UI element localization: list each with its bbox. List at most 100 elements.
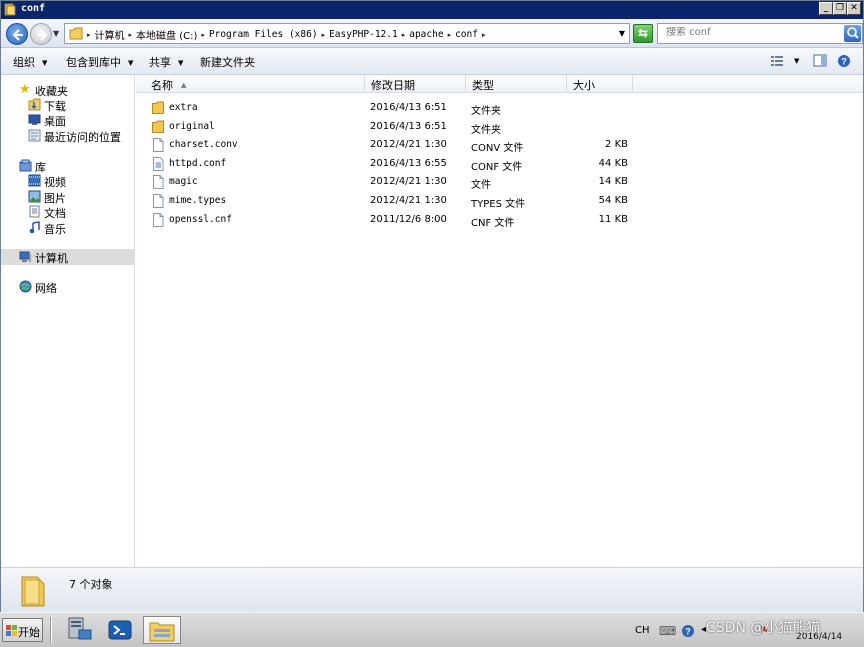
- chevron-down-icon: ▼: [178, 59, 184, 67]
- help-icon: ?: [838, 55, 850, 67]
- sidebar-item-music[interactable]: 音乐: [1, 220, 134, 236]
- share-menu[interactable]: 共享 ▼: [149, 54, 183, 70]
- help-tray-icon[interactable]: ?: [681, 624, 695, 638]
- file-row[interactable]: openssl.cnf 2011/12/6 8:00 CNF 文件 11 KB: [136, 211, 863, 229]
- organize-label: 组织: [13, 56, 35, 69]
- breadcrumb-separator-icon[interactable]: ▸: [87, 31, 91, 39]
- folder-icon: [152, 101, 164, 114]
- start-button[interactable]: 开始: [2, 618, 43, 642]
- file-name: openssl.cnf: [169, 213, 232, 225]
- column-header-size[interactable]: 大小: [567, 75, 633, 93]
- close-button[interactable]: ✕: [847, 2, 861, 15]
- new-folder-label: 新建文件夹: [200, 56, 255, 69]
- file-row[interactable]: magic 2012/4/21 1:30 文件 14 KB: [136, 173, 863, 191]
- address-dropdown[interactable]: ▼: [619, 29, 625, 38]
- file-modified: 2016/4/13 6:55: [370, 157, 447, 169]
- downloads-folder-icon: [28, 98, 41, 111]
- path-box[interactable]: ▸ 计算机 ▸ 本地磁盘 (C:) ▸ Program Files (x86) ▸ EasyP…: [64, 23, 630, 44]
- file-row[interactable]: extra 2016/4/13 6:51 文件夹: [136, 99, 863, 117]
- minimize-button[interactable]: _: [819, 2, 833, 15]
- sidebar-item-label: 桌面: [44, 115, 66, 128]
- chevron-down-icon: ▼: [128, 59, 134, 67]
- sidebar-item-recent[interactable]: 最近访问的位置: [1, 128, 134, 144]
- recent-pages-dropdown[interactable]: ▼: [53, 29, 59, 38]
- breadcrumb-item[interactable]: conf: [455, 29, 478, 40]
- close-icon: ✕: [850, 3, 858, 13]
- sidebar-item-desktop[interactable]: 桌面: [1, 112, 134, 128]
- view-options-button[interactable]: [770, 54, 784, 70]
- file-row[interactable]: mime.types 2012/4/21 1:30 TYPES 文件 54 KB: [136, 192, 863, 210]
- file-icon: [153, 138, 164, 153]
- desktop-icon: [28, 114, 41, 125]
- file-size: 14 KB: [598, 176, 628, 188]
- file-type: 文件夹: [471, 106, 501, 117]
- breadcrumb-separator-icon[interactable]: ▸: [402, 31, 406, 39]
- file-row[interactable]: original 2016/4/13 6:51 文件夹: [136, 118, 863, 136]
- taskbar-app-powershell[interactable]: [104, 616, 138, 644]
- file-name: original: [169, 120, 215, 132]
- column-header-name[interactable]: 名称 ▲: [136, 75, 365, 93]
- title-bar[interactable]: conf _ ❐ ✕: [1, 1, 863, 19]
- windows-logo-icon: [6, 625, 17, 636]
- file-type: 文件: [471, 180, 491, 192]
- search-button[interactable]: [844, 25, 861, 42]
- help-button[interactable]: ?: [837, 54, 851, 71]
- breadcrumb-separator-icon[interactable]: ▸: [482, 31, 486, 39]
- include-library-menu[interactable]: 包含到库中 ▼: [66, 54, 133, 70]
- file-modified: 2011/12/6 8:00: [370, 213, 447, 225]
- breadcrumb-item[interactable]: Program Files (x86): [209, 29, 318, 40]
- breadcrumb-item[interactable]: 计算机: [95, 27, 125, 42]
- start-label: 开始: [18, 626, 40, 639]
- file-row[interactable]: charset.conv 2012/4/21 1:30 CONV 文件 2 KB: [136, 136, 863, 154]
- sidebar-item-favorites[interactable]: ★ 收藏夹: [1, 82, 134, 98]
- folder-icon: [69, 27, 83, 40]
- sidebar-item-documents[interactable]: 文档: [1, 204, 134, 220]
- file-row[interactable]: httpd.conf 2016/4/13 6:55 CONF 文件 44 KB: [136, 155, 863, 173]
- breadcrumb-item[interactable]: EasyPHP-12.1: [329, 29, 398, 40]
- new-folder-button[interactable]: 新建文件夹: [200, 54, 255, 70]
- breadcrumb-separator-icon[interactable]: ▸: [448, 31, 452, 39]
- taskbar-divider: [50, 617, 52, 643]
- column-header-modified[interactable]: 修改日期: [365, 75, 466, 93]
- keyboard-icon[interactable]: ⌨: [659, 624, 676, 638]
- breadcrumb-separator-icon[interactable]: ▸: [322, 31, 326, 39]
- file-name: magic: [169, 176, 198, 188]
- preview-pane-button[interactable]: [813, 54, 827, 70]
- file-name: charset.conv: [169, 139, 238, 151]
- powershell-icon: [108, 620, 132, 640]
- taskbar-app-server-manager[interactable]: [63, 616, 97, 644]
- folder-icon: [4, 3, 16, 16]
- details-pane: 7 个对象: [1, 567, 863, 612]
- input-language-indicator[interactable]: CH: [635, 625, 650, 636]
- refresh-button[interactable]: ⇆: [633, 24, 653, 43]
- maximize-button[interactable]: ❐: [833, 2, 847, 15]
- breadcrumb-separator-icon[interactable]: ▸: [201, 31, 205, 39]
- breadcrumb-item[interactable]: apache: [409, 29, 443, 40]
- explorer-window: conf _ ❐ ✕ ▼ ▸ 计算机 ▸ 本地磁盘 (C:) ▸ Program File…: [0, 0, 864, 612]
- navigation-pane: ★ 收藏夹 下载 桌面 最近访问的位置 库 视频 图片 文档 音乐 计算机 网络: [1, 75, 135, 567]
- column-header-type[interactable]: 类型: [466, 75, 567, 93]
- view-dropdown[interactable]: ▼: [794, 57, 799, 65]
- sidebar-item-videos[interactable]: 视频: [1, 173, 134, 189]
- breadcrumb-separator-icon[interactable]: ▸: [129, 31, 133, 39]
- file-type: CONV 文件: [471, 143, 524, 155]
- sidebar-item-pictures[interactable]: 图片: [1, 189, 134, 205]
- sidebar-item-computer[interactable]: 计算机: [1, 249, 134, 265]
- sidebar-item-libraries[interactable]: 库: [1, 158, 134, 174]
- search-input[interactable]: [666, 27, 836, 38]
- organize-menu[interactable]: 组织 ▼: [13, 54, 47, 70]
- taskbar-app-explorer[interactable]: [143, 616, 181, 644]
- breadcrumb-item[interactable]: 本地磁盘 (C:): [136, 27, 197, 42]
- watermark: CSDN @小猫熊猫: [706, 620, 821, 636]
- sidebar-item-network[interactable]: 网络: [1, 279, 134, 295]
- file-icon: [153, 194, 164, 208]
- back-button[interactable]: [6, 23, 28, 45]
- file-icon: [153, 175, 164, 190]
- svg-text:?: ?: [685, 627, 691, 637]
- sidebar-item-label: 视频: [44, 176, 66, 189]
- sidebar-item-label: 音乐: [44, 223, 66, 236]
- folder-icon: [152, 120, 164, 133]
- file-type: CNF 文件: [471, 217, 515, 229]
- sidebar-item-downloads[interactable]: 下载: [1, 97, 134, 113]
- forward-button[interactable]: [30, 23, 52, 45]
